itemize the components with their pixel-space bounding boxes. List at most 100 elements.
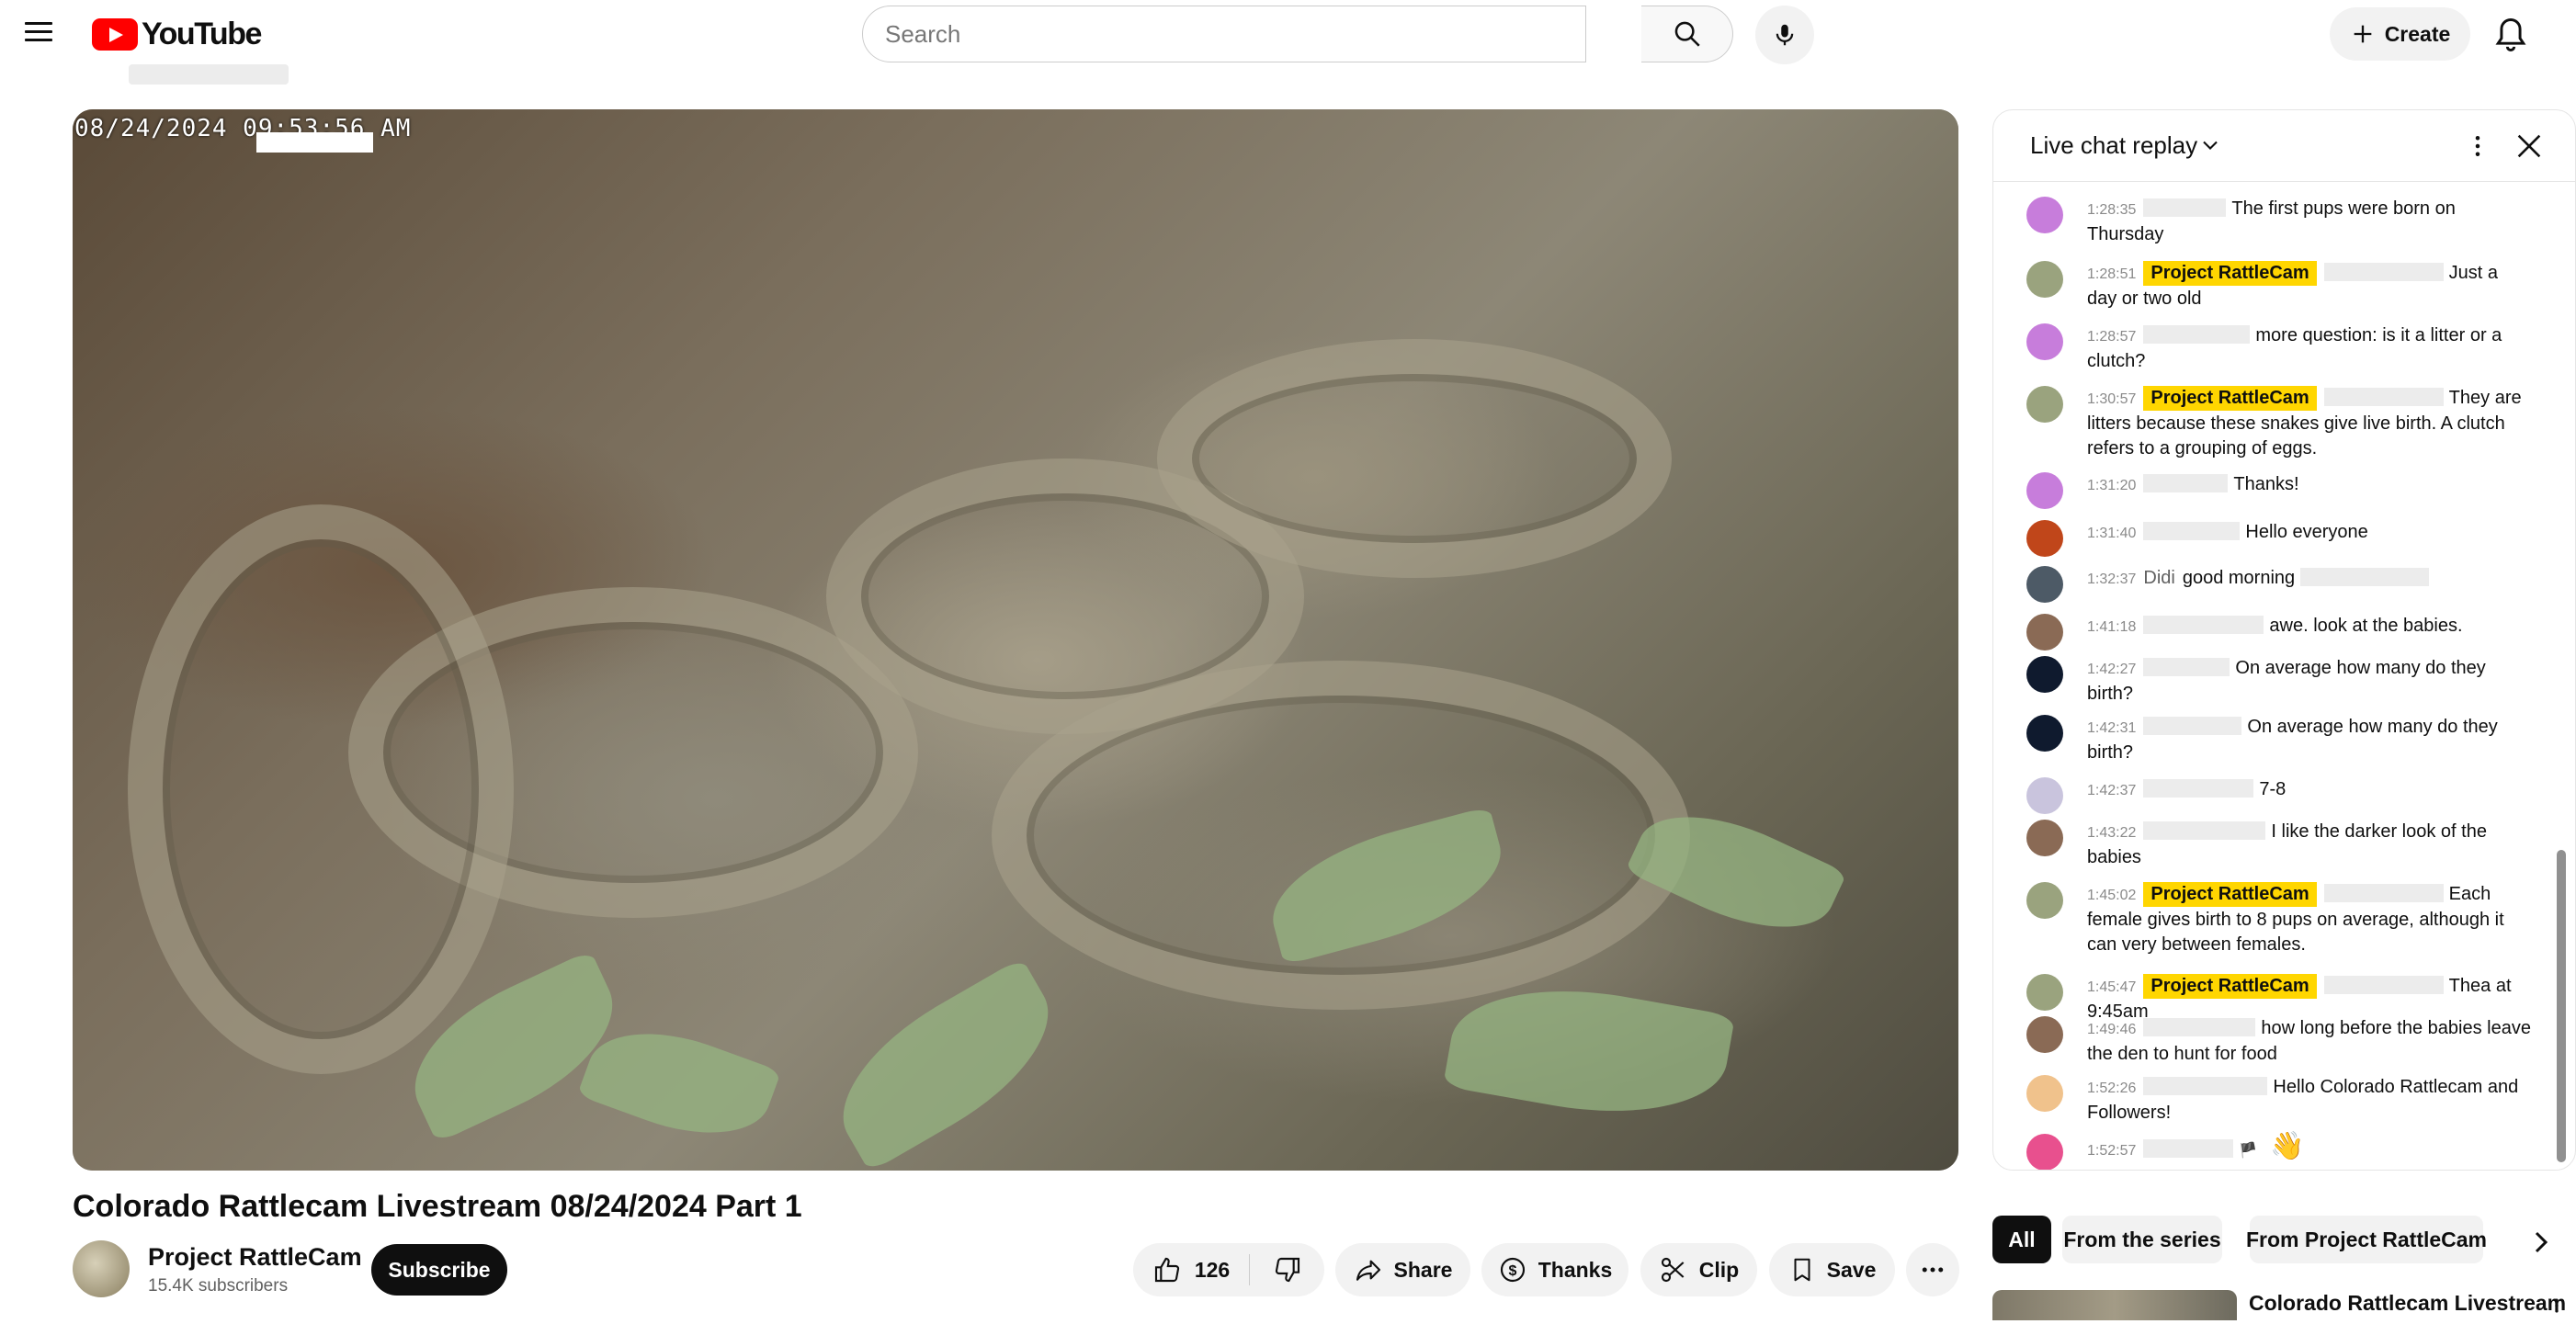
chat-avatar[interactable] [2026, 1075, 2063, 1112]
chat-message-body: 1:31:40 Hello everyone [2087, 520, 2532, 546]
chat-message-body: 1:28:35 The first pups were born on Thurs… [2087, 197, 2532, 247]
dislike-button[interactable] [1250, 1243, 1324, 1296]
channel-name[interactable]: Project RattleCam [148, 1243, 362, 1272]
chat-author-badge[interactable]: Project RattleCam [2143, 882, 2317, 907]
channel-avatar[interactable] [73, 1240, 130, 1297]
filter-chip[interactable]: From Project RattleCam [2246, 1216, 2487, 1263]
chat-avatar[interactable] [2026, 566, 2063, 603]
redacted-name [2323, 263, 2444, 281]
close-chat-button[interactable] [2514, 130, 2545, 162]
chat-message-list[interactable]: 1:28:35 The first pups were born on Thurs… [1993, 182, 2575, 1170]
chat-avatar[interactable] [2026, 882, 2063, 919]
chat-avatar[interactable] [2026, 614, 2063, 651]
chevron-down-icon[interactable] [2197, 132, 2223, 158]
thanks-button[interactable]: $ Thanks [1481, 1243, 1628, 1296]
chat-timestamp: 1:28:51 [2087, 266, 2137, 282]
save-button[interactable]: Save [1769, 1243, 1895, 1296]
redacted-name [2143, 717, 2242, 735]
snake-coil [128, 504, 514, 1074]
chat-author-badge[interactable]: Project RattleCam [2143, 261, 2317, 286]
more-vertical-icon [2555, 1298, 2559, 1313]
chat-options-button[interactable] [2464, 130, 2491, 162]
clip-button[interactable]: Clip [1640, 1243, 1757, 1296]
share-button[interactable]: Share [1335, 1243, 1470, 1296]
save-label: Save [1826, 1257, 1877, 1282]
flag-emoji-icon: 🏴 [2239, 1143, 2258, 1159]
chat-avatar[interactable] [2026, 520, 2063, 557]
chat-avatar[interactable] [2026, 715, 2063, 752]
chat-text: The first pups were born on Thursday [2087, 198, 2456, 244]
chat-avatar[interactable] [2026, 1016, 2063, 1053]
bookmark-icon [1794, 1258, 1810, 1282]
chat-timestamp: 1:43:22 [2087, 825, 2137, 841]
chat-avatar[interactable] [2026, 1134, 2063, 1170]
redacted-name [2323, 976, 2444, 994]
chat-timestamp: 1:45:47 [2087, 979, 2137, 995]
chat-message-body: 1:49:46 how long before the babies leave … [2087, 1016, 2532, 1067]
voice-search-button[interactable] [1755, 6, 1814, 64]
video-title: Colorado Rattlecam Livestream 08/24/2024… [73, 1189, 802, 1224]
chat-author-badge[interactable]: Project RattleCam [2143, 974, 2317, 999]
redacted-name [2143, 1077, 2268, 1095]
chat-message-body: 1:30:57 Project RattleCam They are litters… [2087, 386, 2532, 461]
create-button[interactable]: Create [2330, 7, 2470, 61]
youtube-play-icon [92, 18, 138, 51]
microphone-icon [1776, 24, 1794, 46]
chat-timestamp: 1:42:31 [2087, 720, 2137, 736]
chat-avatar[interactable] [2026, 820, 2063, 856]
chat-timestamp: 1:28:35 [2087, 202, 2137, 218]
create-label: Create [2384, 21, 2451, 46]
chat-text: 7-8 [2259, 779, 2287, 799]
svg-text:$: $ [1508, 1263, 1516, 1279]
like-dislike-group: 126 [1133, 1243, 1324, 1296]
related-video-menu[interactable] [2548, 1292, 2566, 1319]
search-button[interactable] [1641, 6, 1733, 62]
snake-coil [1157, 339, 1672, 578]
chat-avatar[interactable] [2026, 197, 2063, 233]
chat-timestamp: 1:42:37 [2087, 783, 2137, 798]
chat-message-body: 1:28:57 more question: is it a litter or … [2087, 323, 2532, 374]
chat-title[interactable]: Live chat replay [2030, 131, 2197, 160]
chat-timestamp: 1:45:02 [2087, 888, 2137, 903]
chat-timestamp: 1:28:57 [2087, 329, 2137, 345]
chips-next-button[interactable] [2523, 1224, 2559, 1261]
menu-icon[interactable] [22, 17, 55, 50]
redacted-bar [129, 64, 289, 85]
filter-chip[interactable]: All [1992, 1216, 2051, 1263]
chat-scrollbar[interactable] [2557, 850, 2566, 1162]
chat-avatar[interactable] [2026, 974, 2063, 1011]
redacted-name [2143, 616, 2264, 634]
chat-avatar[interactable] [2026, 656, 2063, 693]
chat-avatar[interactable] [2026, 323, 2063, 360]
video-player[interactable]: 08/24/2024 09:53:56 AM [73, 109, 1958, 1171]
chat-author-badge[interactable]: Project RattleCam [2143, 386, 2317, 411]
clip-label: Clip [1698, 1257, 1740, 1282]
chat-message-body: 1:52:26 Hello Colorado Rattlecam and Foll… [2087, 1075, 2532, 1126]
chat-avatar[interactable] [2026, 777, 2063, 814]
chat-timestamp: 1:52:26 [2087, 1081, 2137, 1096]
related-video-title[interactable]: Colorado Rattlecam Livestream [2249, 1291, 2566, 1316]
youtube-logo[interactable]: YouTube [92, 17, 262, 52]
chat-timestamp: 1:31:40 [2087, 526, 2137, 541]
chat-message-body: 1:31:20 Thanks! [2087, 472, 2532, 498]
redacted-name [2143, 325, 2251, 344]
search-input[interactable] [862, 6, 1586, 62]
related-video-thumbnail[interactable] [1992, 1290, 2237, 1320]
redacted-name [2300, 568, 2430, 586]
filter-chip[interactable]: From the series [2062, 1216, 2222, 1263]
notifications-button[interactable] [2491, 15, 2531, 55]
snake-coil [992, 661, 1690, 1010]
subscribe-button[interactable]: Subscribe [371, 1244, 507, 1296]
chat-message-body: 1:32:37 Didi good morning [2087, 566, 2532, 592]
chat-timestamp: 1:41:18 [2087, 619, 2137, 635]
like-button[interactable]: 126 [1133, 1243, 1249, 1296]
chat-avatar[interactable] [2026, 472, 2063, 509]
thumbs-down-icon [1275, 1257, 1299, 1283]
chat-avatar[interactable] [2026, 386, 2063, 423]
more-actions-button[interactable] [1906, 1243, 1959, 1296]
thanks-label: Thanks [1538, 1257, 1613, 1282]
chat-timestamp: 1:49:46 [2087, 1022, 2137, 1037]
chat-author[interactable]: Didi [2143, 568, 2174, 588]
thumbs-up-icon [1154, 1257, 1179, 1283]
chat-avatar[interactable] [2026, 261, 2063, 298]
